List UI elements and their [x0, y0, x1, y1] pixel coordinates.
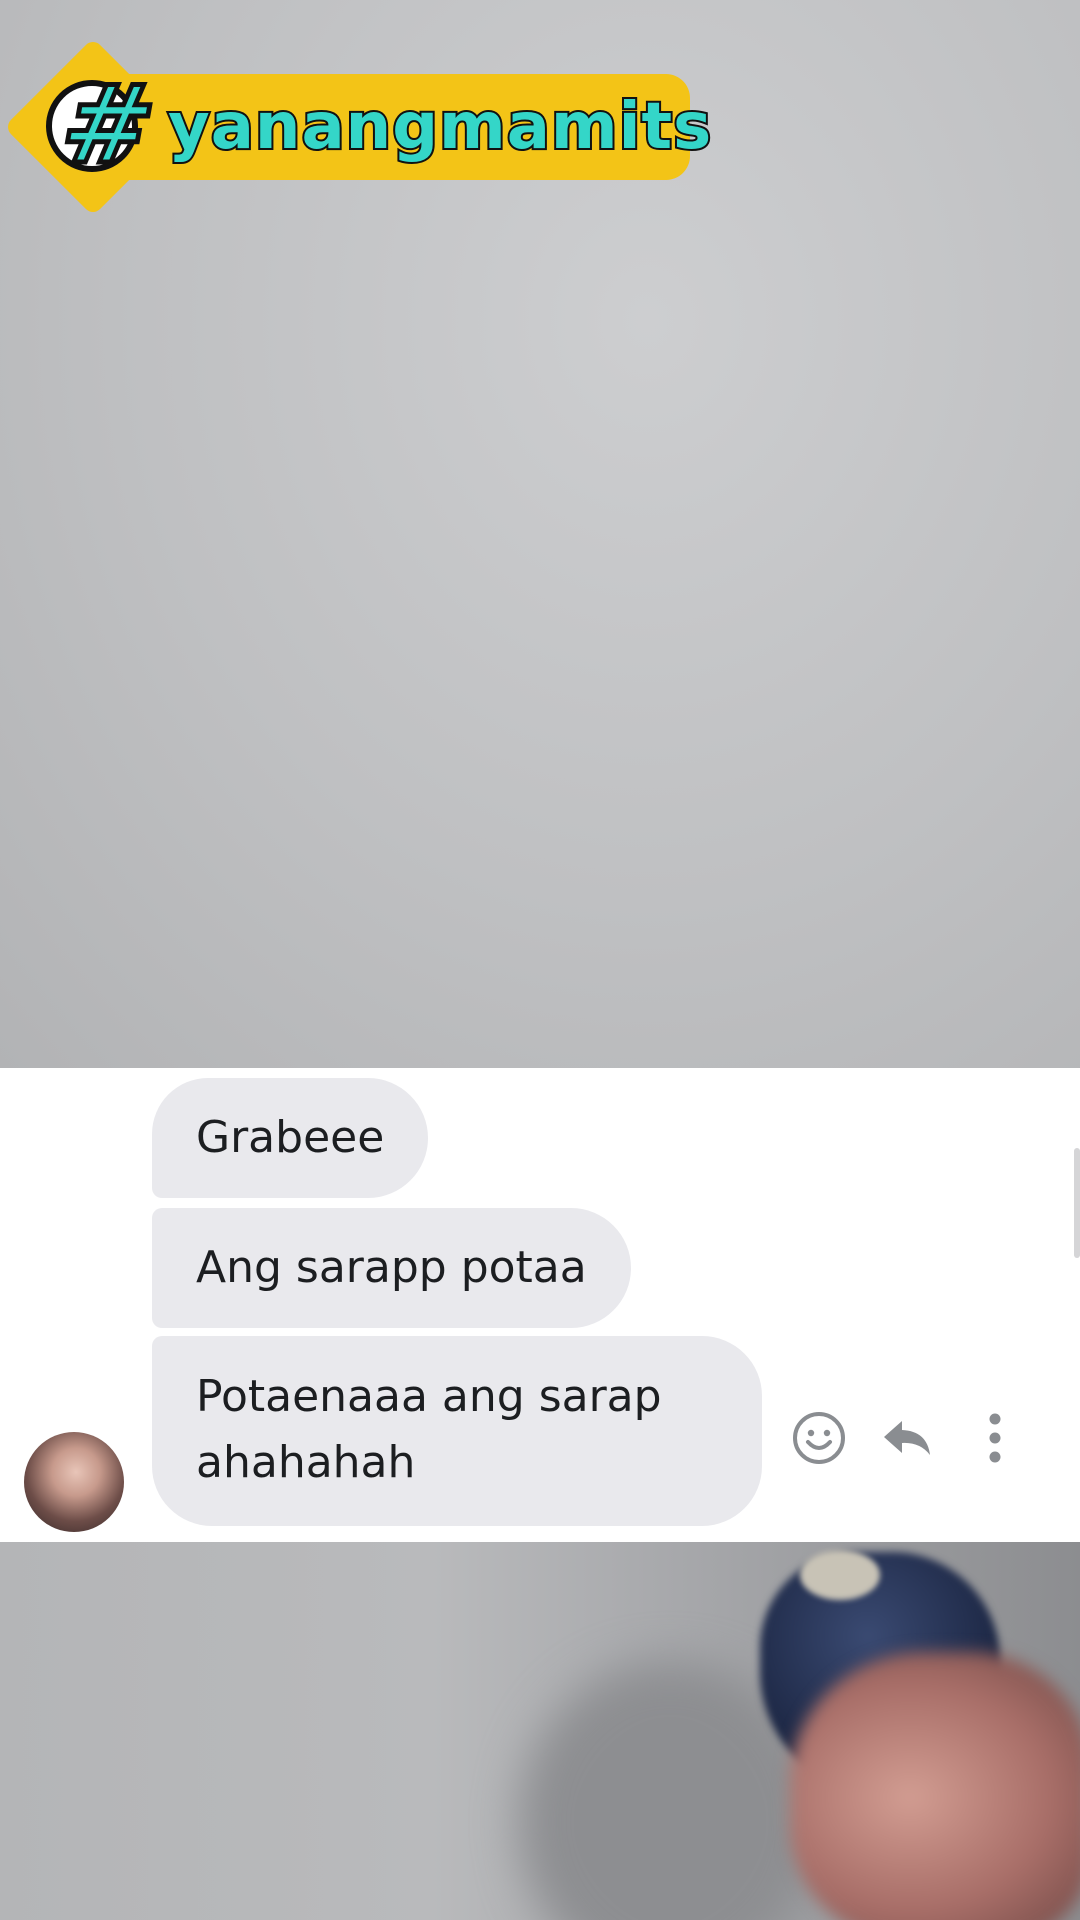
scrollbar[interactable]	[1074, 1148, 1080, 1258]
message-text: Ang sarapp potaa	[196, 1242, 587, 1293]
video-bottom-area	[0, 1542, 1080, 1920]
message-actions	[790, 1398, 1024, 1478]
reply-icon	[884, 1421, 930, 1455]
smiley-icon	[793, 1412, 845, 1464]
message-text-line: Potaenaaa ang sarap	[196, 1371, 662, 1422]
hashtag-text: yanangmamits	[166, 88, 713, 166]
react-button[interactable]	[790, 1409, 848, 1467]
more-icon	[989, 1413, 1001, 1463]
chat-screenshot: Grabeee Ang sarapp potaa Potaenaaa ang s…	[0, 1068, 1080, 1542]
hashtag-icon: #	[48, 61, 168, 191]
message-bubble[interactable]: Potaenaaa ang sarap ahahahah	[152, 1336, 762, 1526]
avatar[interactable]	[24, 1432, 124, 1532]
message-bubble[interactable]: Grabeee	[152, 1078, 429, 1198]
more-button[interactable]	[966, 1409, 1024, 1467]
blurred-cap	[800, 1550, 880, 1600]
blurred-hand	[790, 1652, 1080, 1920]
message-text-line: ahahahah	[196, 1437, 416, 1488]
message-text: Grabeee	[196, 1112, 385, 1163]
message-bubble[interactable]: Ang sarapp potaa	[152, 1208, 631, 1328]
hashtag-badge: # yanangmamits	[3, 37, 713, 217]
hashtag-symbol: #	[49, 61, 167, 191]
reply-button[interactable]	[878, 1409, 936, 1467]
video-frame: # yanangmamits Grabeee Ang sarapp potaa …	[0, 0, 1080, 1920]
